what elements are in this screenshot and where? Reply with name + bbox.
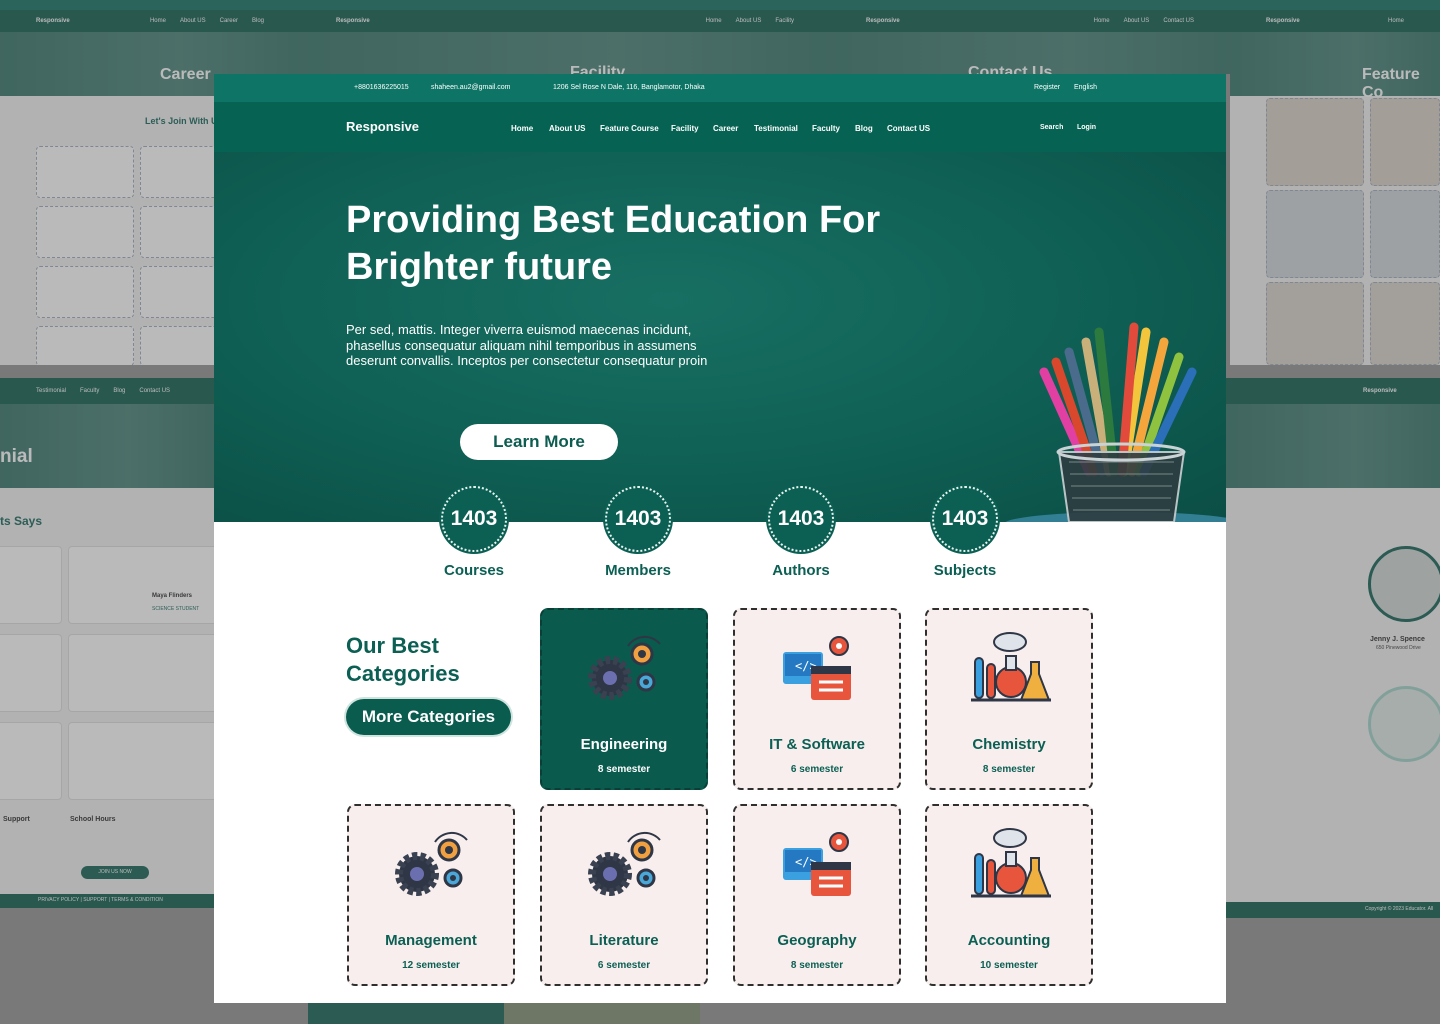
hero-title-line2: Brighter future — [346, 246, 612, 288]
category-card-geography[interactable]: </> Geography 8 semester — [733, 804, 901, 986]
language-selector[interactable]: English — [1074, 84, 1097, 91]
stat-value: 1403 — [605, 486, 671, 552]
category-semester: 8 semester — [790, 960, 844, 971]
stat-label: Courses — [443, 562, 505, 579]
contact-email[interactable]: shaheen.au2@gmail.com — [431, 84, 511, 91]
stat-courses: 1403 Courses — [409, 486, 539, 579]
bg-bottom-panel — [308, 1003, 700, 1024]
category-semester: 6 semester — [597, 960, 651, 971]
nav-facility[interactable]: Facility — [671, 124, 699, 133]
category-name: Literature — [589, 932, 659, 949]
bg-school-hours: School Hours — [70, 816, 116, 823]
category-semester: 8 semester — [982, 764, 1036, 775]
category-name: Engineering — [580, 736, 668, 753]
category-semester: 8 semester — [597, 764, 651, 775]
nav-testimonial[interactable]: Testimonial — [754, 124, 798, 133]
category-semester: 6 semester — [790, 764, 844, 775]
stat-value: 1403 — [441, 486, 507, 552]
contact-phone[interactable]: +8801636225015 — [354, 84, 409, 91]
category-name: Geography — [777, 932, 857, 949]
stat-value: 1403 — [932, 486, 998, 552]
code-window-icon: </> — [783, 636, 851, 700]
bg-profile-name: Jenny J. Spence — [1370, 636, 1425, 643]
bg-feature-panel: Responsive Home Feature Co — [1230, 0, 1440, 365]
category-semester: 10 semester — [980, 960, 1038, 971]
bg-testimonial-panel: Testimonial Faculty Blog Contact US nial ts… — [0, 378, 214, 908]
nav-faculty[interactable]: Faculty — [812, 124, 840, 133]
categories-heading-line1: Our Best — [346, 633, 439, 658]
nav-contact-us[interactable]: Contact US — [887, 124, 930, 133]
nav-login[interactable]: Login — [1077, 124, 1096, 131]
nav-about-us[interactable]: About US — [549, 124, 585, 133]
stat-label: Members — [605, 562, 671, 579]
category-name: Chemistry — [972, 736, 1046, 753]
gears-icon — [588, 831, 661, 896]
flask-icon — [971, 828, 1051, 898]
bg-career-title: Career — [160, 66, 211, 83]
flask-icon — [971, 632, 1051, 702]
bg-quote-role: SCIENCE STUDENT — [152, 606, 200, 612]
bg-says-title: ts Says — [0, 514, 43, 528]
category-name: Management — [385, 932, 477, 949]
nav-career[interactable]: Career — [713, 124, 738, 133]
more-categories-button[interactable]: More Categories — [346, 699, 511, 735]
register-link[interactable]: Register — [1034, 84, 1060, 91]
hero-description: Per sed, mattis. Integer viverra euismod… — [346, 322, 708, 368]
hero-title: Providing Best Education For Brighter fu… — [346, 197, 906, 291]
category-card-it-software[interactable]: </> IT & Software 6 semester — [733, 608, 901, 790]
bg-contact-title: Contact Us — [968, 64, 1053, 74]
bg-contact-panel: Responsive Home About US Contact US Contact… — [830, 0, 1230, 74]
top-info-bar: +8801636225015 shaheen.au2@gmail.com 120… — [214, 74, 1226, 102]
category-name: Accounting — [967, 932, 1051, 949]
bg-facility-panel: Responsive Home About US Facility Facility — [300, 0, 830, 74]
category-card-chemistry[interactable]: Chemistry 8 semester — [925, 608, 1093, 790]
nav-blog[interactable]: Blog — [855, 124, 873, 133]
category-card-management[interactable]: Management 12 semester — [347, 804, 515, 986]
nav-home[interactable]: Home — [511, 124, 533, 133]
categories-heading-line2: Categories — [346, 661, 460, 686]
bg-join-now: JOIN US NOW — [81, 866, 149, 879]
category-card-accounting[interactable]: Accounting 10 semester — [925, 804, 1093, 986]
bg-support: Support — [3, 816, 30, 823]
stat-label: Authors — [772, 562, 830, 579]
nav-search[interactable]: Search — [1040, 124, 1063, 131]
hero-banner: Providing Best Education For Brighter fu… — [214, 152, 1226, 522]
bg-footer-links: PRIVACY POLICY | SUPPORT | TERMS & CONDI… — [38, 897, 163, 903]
stat-authors: 1403 Authors — [736, 486, 866, 579]
bg-quote-name: Maya Flinders — [152, 593, 193, 599]
gears-icon — [395, 831, 468, 896]
contact-address: 1206 Sel Rose N Dale, 116, Banglamotor, … — [553, 84, 705, 91]
category-semester: 12 semester — [402, 960, 460, 971]
categories-heading: Our Best Categories — [346, 632, 460, 688]
main-navbar: Responsive Home About US Feature Course … — [214, 102, 1226, 152]
code-window-icon: </> — [783, 832, 851, 896]
hero-title-line1: Providing Best Education For — [346, 199, 881, 241]
bg-feature-title: Feature Co — [1362, 66, 1420, 101]
landing-page: +8801636225015 shaheen.au2@gmail.com 120… — [214, 74, 1226, 1003]
stat-value: 1403 — [768, 486, 834, 552]
bg-profile-address: 650 Pinewood Drive — [1376, 645, 1421, 651]
category-name: IT & Software — [769, 736, 865, 753]
bg-join-title: Let's Join With U — [145, 116, 218, 126]
bg-testimonial-title: nial — [0, 446, 33, 467]
gears-icon — [588, 635, 661, 700]
bg-faculty-panel: Responsive Jenny J. Spence 650 Pinewood … — [1226, 378, 1440, 918]
stat-members: 1403 Members — [573, 486, 703, 579]
stat-label: Subjects — [933, 562, 997, 579]
stat-subjects: 1403 Subjects — [900, 486, 1030, 579]
bg-facility-title: Facility — [570, 64, 626, 74]
brand-logo[interactable]: Responsive — [346, 119, 419, 134]
learn-more-button[interactable]: Learn More — [460, 424, 618, 460]
category-card-engineering[interactable]: Engineering 8 semester — [540, 608, 708, 790]
bg-copyright: Copyright © 2023 Educator. All — [1365, 906, 1434, 912]
nav-feature-course[interactable]: Feature Course — [600, 124, 659, 133]
category-card-literature[interactable]: Literature 6 semester — [540, 804, 708, 986]
